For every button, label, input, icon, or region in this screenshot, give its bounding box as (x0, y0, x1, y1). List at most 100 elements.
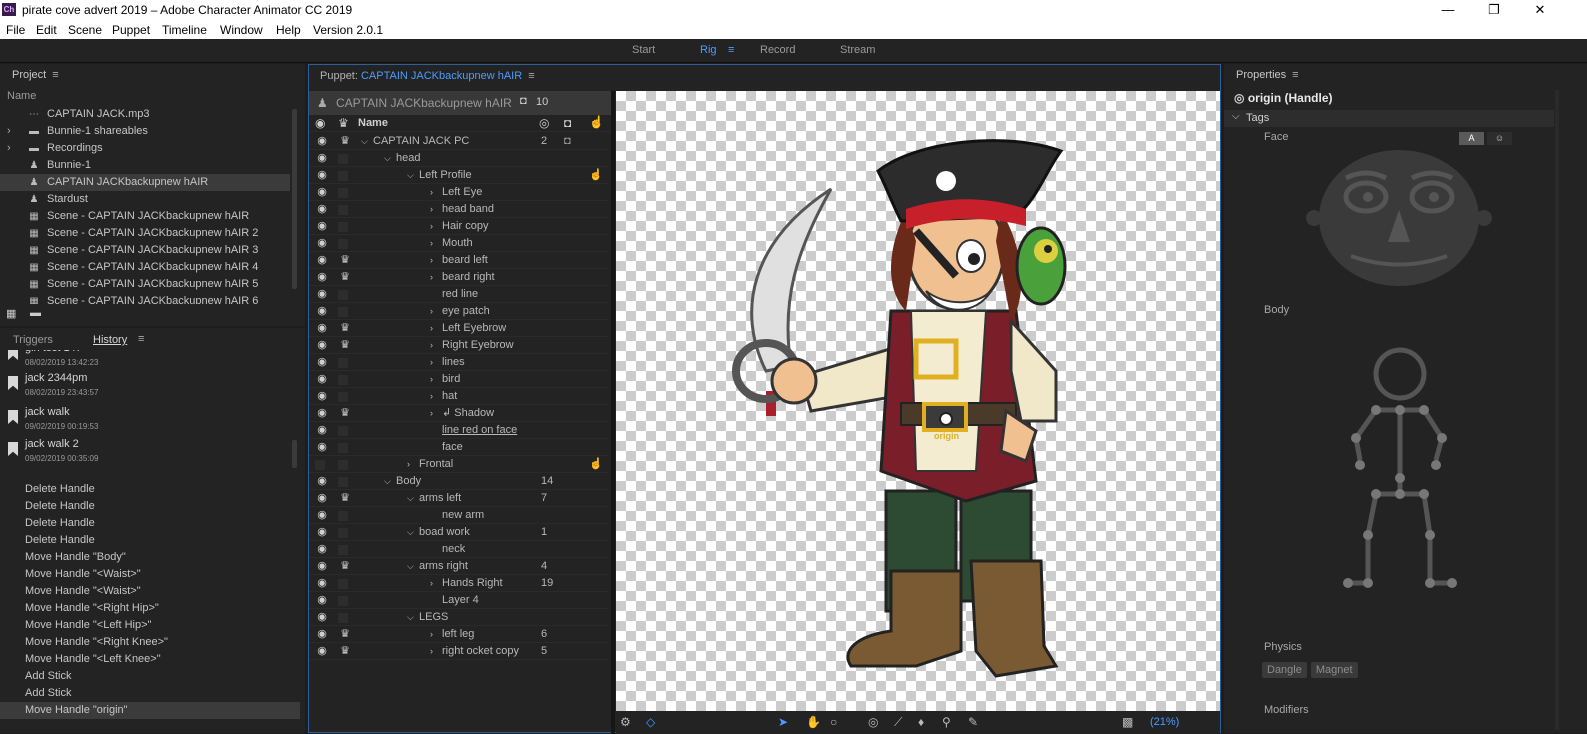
tab-start[interactable]: Start (632, 44, 655, 56)
chevron-right-icon[interactable]: › (430, 405, 433, 422)
project-item[interactable]: › ▬ Bunnie-1 shareables (0, 123, 290, 140)
menu-scene[interactable]: Scene (68, 23, 102, 37)
independent-slot[interactable] (338, 426, 348, 436)
chevron-down-icon[interactable]: ⌵ (407, 609, 414, 626)
hierarchy-row[interactable]: ◉ ♛ › ↲ Shadow (309, 405, 609, 422)
checkerboard-icon[interactable]: ▩ (1122, 715, 1133, 729)
properties-scrollbar[interactable] (1555, 90, 1559, 730)
independent-slot[interactable] (338, 477, 348, 487)
hierarchy-row[interactable]: ◉ neck (309, 541, 609, 558)
crown-icon[interactable]: ♛ (338, 643, 352, 660)
menu-version[interactable]: Version 2.0.1 (313, 23, 383, 37)
hierarchy-row[interactable]: ◉ ⌵ Left Profile ☝ (309, 167, 609, 184)
visibility-eye-icon[interactable]: ◉ (315, 575, 329, 592)
chevron-right-icon[interactable]: › (430, 643, 433, 660)
visibility-eye-icon[interactable]: ◉ (315, 524, 329, 541)
project-item[interactable]: ▦ Scene - CAPTAIN JACKbackupnew hAIR 6 (0, 293, 290, 304)
visibility-eye-icon[interactable]: ◉ (315, 218, 329, 235)
crown-icon[interactable]: ♛ (338, 269, 352, 286)
crown-icon[interactable]: ♛ (338, 133, 352, 150)
hierarchy-row[interactable]: ◉ ⌵ LEGS (309, 609, 609, 626)
chevron-right-icon[interactable]: › (430, 320, 433, 337)
visibility-eye-icon[interactable]: ◉ (315, 252, 329, 269)
visibility-eye-icon[interactable]: ◉ (315, 201, 329, 218)
project-item[interactable]: ▦ Scene - CAPTAIN JACKbackupnew hAIR 4 (0, 259, 290, 276)
menu-help[interactable]: Help (276, 23, 301, 37)
crown-icon[interactable]: ♛ (338, 252, 352, 269)
chevron-right-icon[interactable]: › (430, 269, 433, 286)
independent-slot[interactable] (338, 188, 348, 198)
visibility-eye-icon[interactable]: ◉ (315, 337, 329, 354)
hierarchy-row[interactable]: ◉ › lines (309, 354, 609, 371)
hierarchy-row[interactable]: ◉ ⌵ Body 14 (309, 473, 609, 490)
hand-tool-icon[interactable]: ✋ (806, 715, 821, 729)
independent-slot[interactable] (338, 545, 348, 555)
hierarchy-row[interactable]: ◉ ♛ ⌵ arms right 4 (309, 558, 609, 575)
visibility-eye-icon[interactable]: ◉ (315, 184, 329, 201)
project-item[interactable]: ▦ Scene - CAPTAIN JACKbackupnew hAIR (0, 208, 290, 225)
zoom-level[interactable]: (21%) (1150, 716, 1179, 728)
independent-slot[interactable] (338, 171, 348, 181)
hierarchy-row[interactable]: ◉ Layer 4 (309, 592, 609, 609)
hierarchy-row[interactable]: ◉ ♛ › beard left (309, 252, 609, 269)
independent-slot[interactable] (338, 528, 348, 538)
independent-slot[interactable] (338, 154, 348, 164)
chevron-right-icon[interactable]: › (430, 354, 433, 371)
puppet-menu-icon[interactable]: ≡ (528, 70, 534, 82)
hierarchy-row[interactable]: ◉ ⌵ head (309, 150, 609, 167)
history-item[interactable]: Move Handle "<Waist>" (0, 566, 300, 583)
rig-tool-icon[interactable]: ⚙ (620, 715, 631, 729)
history-item[interactable]: Move Handle "<Right Knee>" (0, 634, 300, 651)
hierarchy-row[interactable]: ◉ › hat (309, 388, 609, 405)
hierarchy-row[interactable]: ◉ › Hair copy (309, 218, 609, 235)
select-tool-icon[interactable]: ◇ (646, 715, 655, 729)
history-item[interactable]: Delete Handle (0, 498, 300, 515)
chevron-right-icon[interactable]: › (430, 371, 433, 388)
history-item[interactable]: Move Handle "<Right Hip>" (0, 600, 300, 617)
project-item[interactable]: ⋯ CAPTAIN JACK.mp3 (0, 106, 290, 123)
chevron-down-icon[interactable]: ⌵ (407, 167, 414, 184)
stick-tool-icon[interactable]: ⟋ (894, 715, 902, 730)
menu-window[interactable]: Window (220, 23, 263, 37)
visibility-eye-icon[interactable]: ◉ (315, 303, 329, 320)
visibility-eye-icon[interactable]: ◉ (315, 490, 329, 507)
chevron-down-icon[interactable]: ⌵ (407, 558, 414, 575)
menu-file[interactable]: File (6, 23, 25, 37)
chevron-down-icon[interactable]: ⌵ (407, 490, 414, 507)
history-item[interactable]: Delete Handle (0, 532, 300, 549)
pin-tool-icon[interactable]: ⚲ (942, 715, 951, 729)
hierarchy-row[interactable]: ◉ ♛ › right ocket copy 5 (309, 643, 609, 660)
visibility-eye-icon[interactable]: ◉ (315, 507, 329, 524)
project-item[interactable]: ▦ Scene - CAPTAIN JACKbackupnew hAIR 3 (0, 242, 290, 259)
chevron-right-icon[interactable]: › (430, 235, 433, 252)
chevron-right-icon[interactable]: › (430, 303, 433, 320)
history-item[interactable]: Move Handle "origin" (0, 702, 300, 719)
trigger-item[interactable]: jack walk 2 09/02/2019 00:35:09 (0, 438, 290, 470)
visibility-eye-icon[interactable]: ◉ (315, 609, 329, 626)
independent-slot[interactable] (338, 613, 348, 623)
project-scrollbar[interactable] (292, 109, 297, 289)
independent-slot[interactable] (338, 358, 348, 368)
chevron-right-icon[interactable]: › (430, 218, 433, 235)
visibility-eye-icon[interactable]: ◉ (315, 422, 329, 439)
independent-slot[interactable] (338, 392, 348, 402)
independent-slot[interactable] (338, 443, 348, 453)
visibility-eye-icon[interactable]: ◉ (315, 371, 329, 388)
hierarchy-row[interactable]: ◉ red line (309, 286, 609, 303)
independent-slot[interactable] (338, 596, 348, 606)
project-item[interactable]: ♟ Stardust (0, 191, 290, 208)
menu-puppet[interactable]: Puppet (112, 23, 150, 37)
dangle-tag-button[interactable]: Dangle (1262, 662, 1307, 678)
close-button[interactable]: ✕ (1530, 2, 1550, 18)
face-text-toggle[interactable]: A (1459, 132, 1484, 145)
project-item[interactable]: ▦ Scene - CAPTAIN JACKbackupnew hAIR 5 (0, 276, 290, 293)
visibility-eye-icon[interactable]: ◉ (315, 320, 329, 337)
project-item[interactable]: ♟ CAPTAIN JACKbackupnew hAIR (0, 174, 290, 191)
new-scene-icon[interactable]: ▦ (6, 307, 16, 320)
history-item[interactable]: Move Handle "Body" (0, 549, 300, 566)
trigger-item[interactable]: girl test 147 08/02/2019 13:42:23 (0, 350, 290, 374)
face-visual-toggle[interactable]: ☺ (1487, 132, 1512, 145)
crown-icon[interactable]: ♛ (338, 405, 352, 422)
hierarchy-row[interactable]: ◉ face (309, 439, 609, 456)
independent-slot[interactable] (338, 222, 348, 232)
